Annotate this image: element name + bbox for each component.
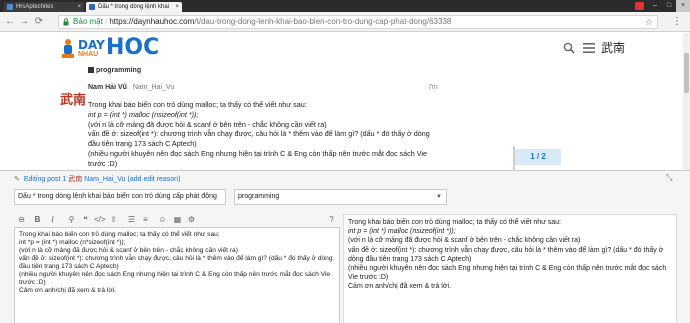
chevron-down-icon: ▼	[436, 194, 442, 200]
composer-text: Trong khai báo biến con trỏ dùng malloc;…	[19, 231, 333, 294]
address-bar: ← → ⟳ Bảo mật | https://daynhauhoc.com/t…	[0, 12, 690, 32]
bookmark-star-icon[interactable]: ☆	[645, 16, 653, 28]
edit-reason-link[interactable]: (add edit reason)	[127, 176, 180, 183]
logo-person-icon	[62, 39, 74, 58]
close-window-icon[interactable]: ×	[676, 0, 690, 12]
pencil-icon: ✎	[14, 176, 20, 183]
topic-title-input[interactable]: Dấu * trong dòng lệnh khai báo biến con …	[14, 189, 226, 205]
tab-title: Dấu * trong dòng lệnh khai	[98, 4, 170, 10]
post-body: Trong khai báo biến con trỏ dùng malloc;…	[88, 100, 448, 169]
editor-toolbar: ⊖ B I ⚲ ❝ </> ⇪ ☰ ≡ ☺ ▦ ⚙ ?	[14, 214, 340, 228]
numbered-list-icon[interactable]: ≡	[140, 214, 151, 226]
logo-hoc-text: HOC	[106, 35, 160, 60]
tab-title: HrsAptechites	[16, 4, 54, 10]
composer-preview: Trong khai báo biến con trỏ dùng malloc;…	[343, 214, 677, 323]
post-author-username[interactable]: Nam_Hai_Vu	[133, 84, 174, 91]
text-line: (nhiều người khuyên nên đọc sách Eng như…	[348, 265, 669, 282]
browser-menu-icon[interactable]: ⋮	[672, 16, 682, 28]
forward-icon[interactable]: →	[18, 16, 30, 28]
text-line: vấn đề ở: sizeof(int *): chương trình vẫ…	[348, 246, 666, 263]
browser-tab[interactable]: HrsAptechites ×	[4, 2, 84, 12]
collapse-composer-icon[interactable]: ⤡	[666, 173, 672, 183]
text-line: int p = (int *) malloc (nsizeof(int *));	[348, 228, 456, 236]
editing-label[interactable]: Editing post 1	[24, 176, 66, 183]
text-line: đầu tiên trang 173 sách C Aptech)	[88, 139, 197, 149]
tab-close-icon[interactable]: ×	[175, 2, 179, 12]
bold-icon[interactable]: B	[32, 214, 43, 226]
secure-label: Bảo mật	[73, 17, 103, 26]
insert-text-icon[interactable]: ⊖	[16, 214, 27, 226]
text-line: Trong khai báo biến con trỏ dùng malloc;…	[348, 219, 561, 226]
back-icon[interactable]: ←	[4, 16, 16, 28]
link-icon[interactable]: ⚲	[66, 214, 77, 226]
help-icon[interactable]: ?	[326, 214, 337, 226]
scroll-thumb[interactable]	[684, 53, 689, 93]
user-avatar[interactable]: 武南	[601, 39, 625, 56]
category-select[interactable]: programming ▼	[234, 189, 447, 205]
maximize-icon[interactable]: □	[662, 0, 676, 12]
text-line: vấn đề ở: sizeof(int *): chương trình vẫ…	[88, 129, 430, 139]
bullet-list-icon[interactable]: ☰	[126, 214, 137, 226]
composer-textarea[interactable]: Trong khai báo biến con trỏ dùng malloc;…	[14, 227, 340, 323]
italic-icon[interactable]: I	[47, 214, 58, 226]
browser-tab-strip: HrsAptechites × Dấu * trong dòng lệnh kh…	[0, 0, 690, 12]
reload-icon[interactable]: ⟳	[33, 16, 45, 28]
tab-close-icon[interactable]: ×	[77, 2, 81, 12]
settings-icon[interactable]: ⚙	[186, 214, 197, 226]
post-author: Nam Hải Vũ Nam_Hai_Vu	[88, 84, 174, 91]
code-icon[interactable]: </>	[94, 214, 106, 226]
category-select-value: programming	[238, 193, 280, 200]
post-time: 7m	[428, 84, 438, 91]
topic-timeline[interactable]: 1 / 2	[513, 146, 561, 170]
editing-user[interactable]: Nam_Hai_Vu	[84, 176, 125, 183]
category-label: programming	[96, 67, 142, 74]
text-line: Trong khai báo biến con trỏ dùng malloc;…	[88, 100, 307, 109]
text-line: trước :D)	[88, 158, 118, 168]
quote-icon[interactable]: ❝	[80, 214, 91, 226]
browser-tab-active[interactable]: Dấu * trong dòng lệnh khai ×	[86, 2, 182, 12]
text-line: (với n là cỡ mảng đã được hỏi & scanf ở …	[88, 119, 327, 129]
url-host: https://daynhauhoc.com	[109, 17, 195, 26]
profile-icon[interactable]	[635, 2, 644, 10]
text-line: int p = (int *) malloc (nsizeof(int *));	[88, 109, 199, 119]
site-page: DAY NHAU HOC 武南 programming 武南 Nam Hải V…	[0, 33, 690, 170]
logo-nhau-text: NHAU	[78, 51, 99, 58]
url-input[interactable]: Bảo mật | https://daynhauhoc.com/t/dau-t…	[58, 15, 658, 29]
url-path: /t/dau-trong-dong-lenh-khai-bao-bien-con…	[194, 17, 452, 26]
date-icon[interactable]: ▦	[172, 214, 183, 226]
timeline-position[interactable]: 1 / 2	[515, 149, 561, 165]
emoji-icon[interactable]: ☺	[157, 214, 168, 226]
editing-avatar: 武南	[68, 176, 83, 183]
category-color-icon	[88, 67, 94, 73]
editing-header: ✎ Editing post 1 武南 Nam_Hai_Vu (add edit…	[14, 174, 180, 184]
post-author-avatar[interactable]: 武南	[60, 89, 86, 108]
composer-panel: ✎ Editing post 1 武南 Nam_Hai_Vu (add edit…	[0, 170, 690, 323]
text-line: Cảm ơn anh/chị đã xem & trả lời.	[348, 283, 451, 291]
tab-favicon	[7, 4, 13, 10]
hamburger-menu-icon[interactable]	[583, 43, 595, 53]
text-line: (nhiều người khuyên nên đọc sách Eng như…	[88, 148, 427, 158]
search-icon[interactable]	[563, 42, 575, 54]
text-line: (với n là cỡ mảng đã được hỏi & scanf ở …	[348, 237, 581, 245]
upload-icon[interactable]: ⇪	[108, 214, 119, 226]
post-author-name[interactable]: Nam Hải Vũ	[88, 84, 127, 91]
lock-icon	[63, 18, 69, 26]
tab-favicon	[89, 4, 95, 10]
category-breadcrumb[interactable]: programming	[88, 67, 141, 74]
logo-day-text: DAY	[78, 38, 105, 52]
minimize-icon[interactable]: –	[648, 0, 662, 12]
